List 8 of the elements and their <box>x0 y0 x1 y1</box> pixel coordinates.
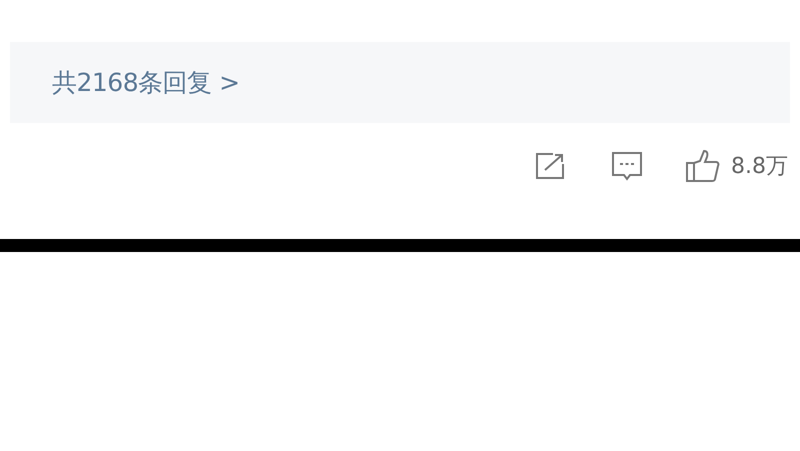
comment-icon <box>611 151 643 181</box>
like-button[interactable]: 8.8万 <box>685 149 788 183</box>
share-icon <box>535 152 567 180</box>
share-button[interactable] <box>535 152 567 180</box>
thumbs-up-icon <box>685 149 721 183</box>
like-count: 8.8万 <box>731 153 788 181</box>
comment-button[interactable] <box>611 151 643 181</box>
replies-link[interactable]: 共2168条回复 > <box>52 66 240 99</box>
